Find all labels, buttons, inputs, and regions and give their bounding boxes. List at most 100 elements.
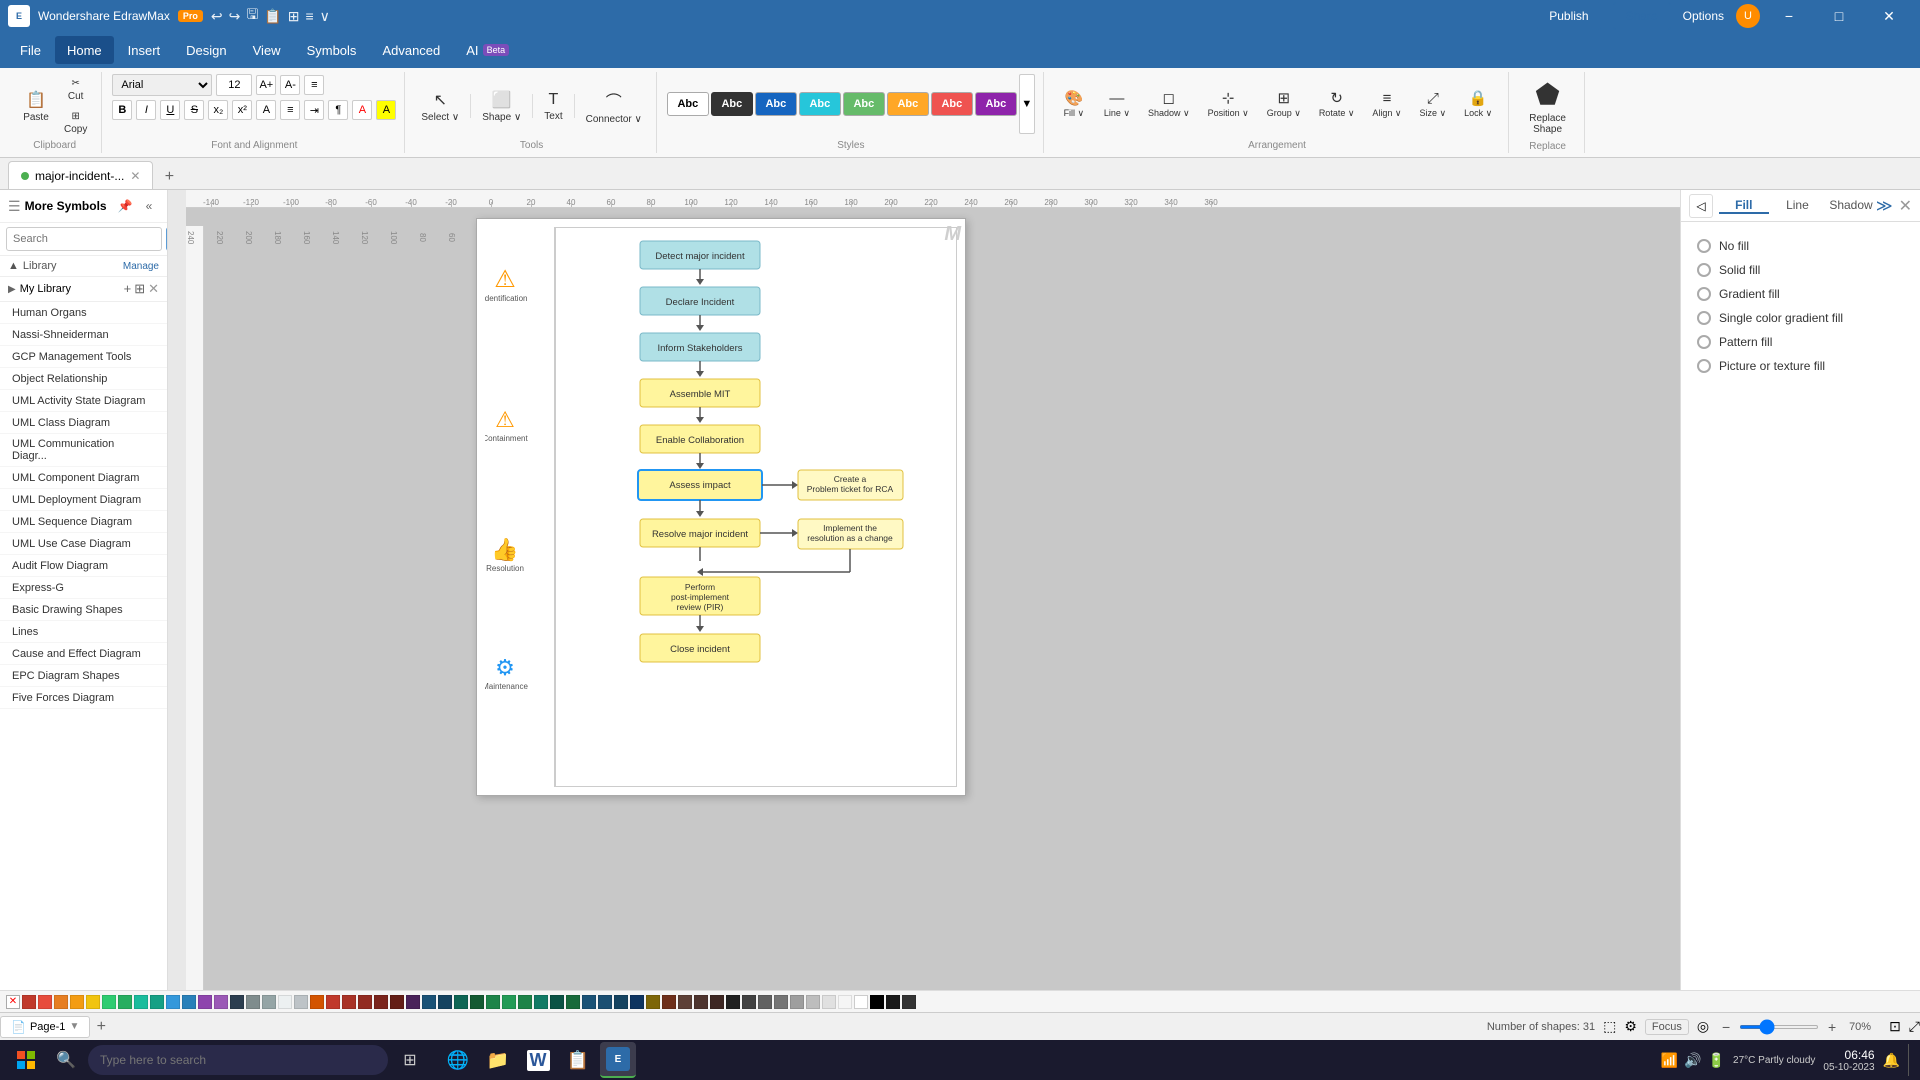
swatch-40[interactable] [646,995,660,1009]
subscript-btn[interactable]: x₂ [208,100,228,120]
superscript-btn[interactable]: x² [232,100,252,120]
taskbar-task-view[interactable]: ⊞ [392,1042,428,1078]
font-family[interactable]: Arial [112,74,212,96]
swatch-25[interactable] [406,995,420,1009]
menu-design[interactable]: Design [174,36,238,64]
fit-page-icon[interactable]: ⊡ [1889,1018,1901,1035]
swatch-17[interactable] [278,995,292,1009]
swatch-8[interactable] [134,995,148,1009]
swatch-42[interactable] [678,995,692,1009]
fill-gradient[interactable]: Gradient fill [1693,282,1908,306]
page-tab-1[interactable]: 📄 Page-1 ▼ [0,1016,90,1038]
settings-btn[interactable]: Options [1683,9,1724,23]
fullscreen-icon[interactable]: ⤢ [1909,1018,1920,1035]
para-btn[interactable]: ¶ [328,100,348,120]
panel-expand-icon[interactable]: ≫ [1876,196,1893,216]
style-5[interactable]: Abc [843,92,885,116]
swatch-30[interactable] [486,995,500,1009]
more-text-btn[interactable]: A [256,100,276,120]
tab-line[interactable]: Line [1773,198,1823,214]
lock-btn[interactable]: 🔒 Lock ∨ [1456,86,1500,122]
group-btn[interactable]: ⊞ Group ∨ [1259,86,1309,122]
taskbar-edge[interactable]: 🌐 [440,1042,476,1078]
swatch-21[interactable] [342,995,356,1009]
tab-shadow[interactable]: Shadow [1826,198,1876,214]
taskbar-edrawmax-active[interactable]: E [600,1042,636,1078]
size-btn[interactable]: ⤢ Size ∨ [1412,87,1455,122]
swatch-4[interactable] [70,995,84,1009]
swatch-44[interactable] [710,995,724,1009]
page-tab-dropdown[interactable]: ▼ [69,1021,79,1032]
user-avatar[interactable]: U [1736,4,1760,28]
style-8[interactable]: Abc [975,92,1017,116]
swatch-26[interactable] [422,995,436,1009]
swatch-29[interactable] [470,995,484,1009]
doc-tab-main[interactable]: major-incident-... ✕ [8,161,153,189]
highlight-btn[interactable]: A [376,100,396,120]
redo-btn[interactable]: ↪ [229,8,241,25]
swatch-52[interactable] [838,995,852,1009]
select-tool[interactable]: ↖ Select ∨ [415,87,465,126]
font-size-decrease[interactable]: A- [280,75,300,95]
swatch-51[interactable] [822,995,836,1009]
lib-item-uml-deploy[interactable]: UML Deployment Diagram ✕ [0,489,167,511]
clipboard-paste[interactable]: 📋 Paste [16,87,56,126]
lib-item-uml-activity[interactable]: UML Activity State Diagram ✕ [0,390,167,412]
style-4[interactable]: Abc [799,92,841,116]
show-desktop-btn[interactable] [1908,1044,1912,1076]
align-btn[interactable]: ≡ Align ∨ [1364,87,1409,122]
lib-item-cause-effect[interactable]: Cause and Effect Diagram ✕ [0,643,167,665]
lib-item-epc[interactable]: EPC Diagram Shapes ✕ [0,665,167,687]
font-size-input[interactable] [216,74,252,96]
taskbar-app1[interactable]: 📋 [560,1042,596,1078]
swatch-24[interactable] [390,995,404,1009]
zoom-slider[interactable] [1739,1025,1819,1029]
volume-icon[interactable]: 🔊 [1684,1052,1701,1069]
expand-my-library[interactable]: ▶ [8,284,16,295]
fill-btn[interactable]: 🎨 Fill ∨ [1054,86,1094,122]
close-library-icon[interactable]: ✕ [148,281,159,297]
swatch-20[interactable] [326,995,340,1009]
italic-btn[interactable]: I [136,100,156,120]
zoom-out-icon[interactable]: − [1717,1018,1735,1036]
lib-item-uml-comp[interactable]: UML Component Diagram ✕ [0,467,167,489]
menu-advanced[interactable]: Advanced [370,36,452,64]
fill-solid[interactable]: Solid fill [1693,258,1908,282]
lib-item-uml-seq[interactable]: UML Sequence Diagram ✕ [0,511,167,533]
menu-view[interactable]: View [241,36,293,64]
publish-button[interactable]: Publish [1537,2,1600,30]
swatch-dark2[interactable] [902,995,916,1009]
font-size-increase[interactable]: A+ [256,75,276,95]
swatch-19[interactable] [310,995,324,1009]
swatch-41[interactable] [662,995,676,1009]
swatch-50[interactable] [806,995,820,1009]
lib-item-express-g[interactable]: Express-G ✕ [0,577,167,599]
fill-picture-texture[interactable]: Picture or texture fill [1693,354,1908,378]
manage-button[interactable]: Manage [123,261,159,272]
line-btn[interactable]: — Line ∨ [1096,87,1138,122]
swatch-2[interactable] [38,995,52,1009]
text-align-btn[interactable]: ≡ [304,75,324,95]
swatch-37[interactable] [598,995,612,1009]
taskbar-word[interactable]: W [520,1042,556,1078]
style-2[interactable]: Abc [711,92,753,116]
swatch-36[interactable] [582,995,596,1009]
menu-file[interactable]: File [8,36,53,64]
lib-item-object-rel[interactable]: Object Relationship ✕ [0,368,167,390]
bold-btn[interactable]: B [112,100,132,120]
swatch-7[interactable] [118,995,132,1009]
style-7[interactable]: Abc [931,92,973,116]
replace-shape-btn[interactable]: ⬟ Replace Shape [1519,74,1576,139]
swatch-35[interactable] [566,995,580,1009]
canvas-content[interactable]: 20 40 60 80 100 120 140 160 180 200 220 … [186,208,1680,990]
shadow-btn[interactable]: ◻ Shadow ∨ [1140,86,1198,122]
tab-add-btn[interactable]: + [157,165,181,189]
lib-item-uml-class[interactable]: UML Class Diagram ✕ [0,412,167,434]
swatch-12[interactable] [198,995,212,1009]
swatch-15[interactable] [246,995,260,1009]
swatch-9[interactable] [150,995,164,1009]
swatch-45[interactable] [726,995,740,1009]
swatch-48[interactable] [774,995,788,1009]
lib-item-human-organs[interactable]: Human Organs ✕ [0,302,167,324]
indent-btn[interactable]: ⇥ [304,100,324,120]
